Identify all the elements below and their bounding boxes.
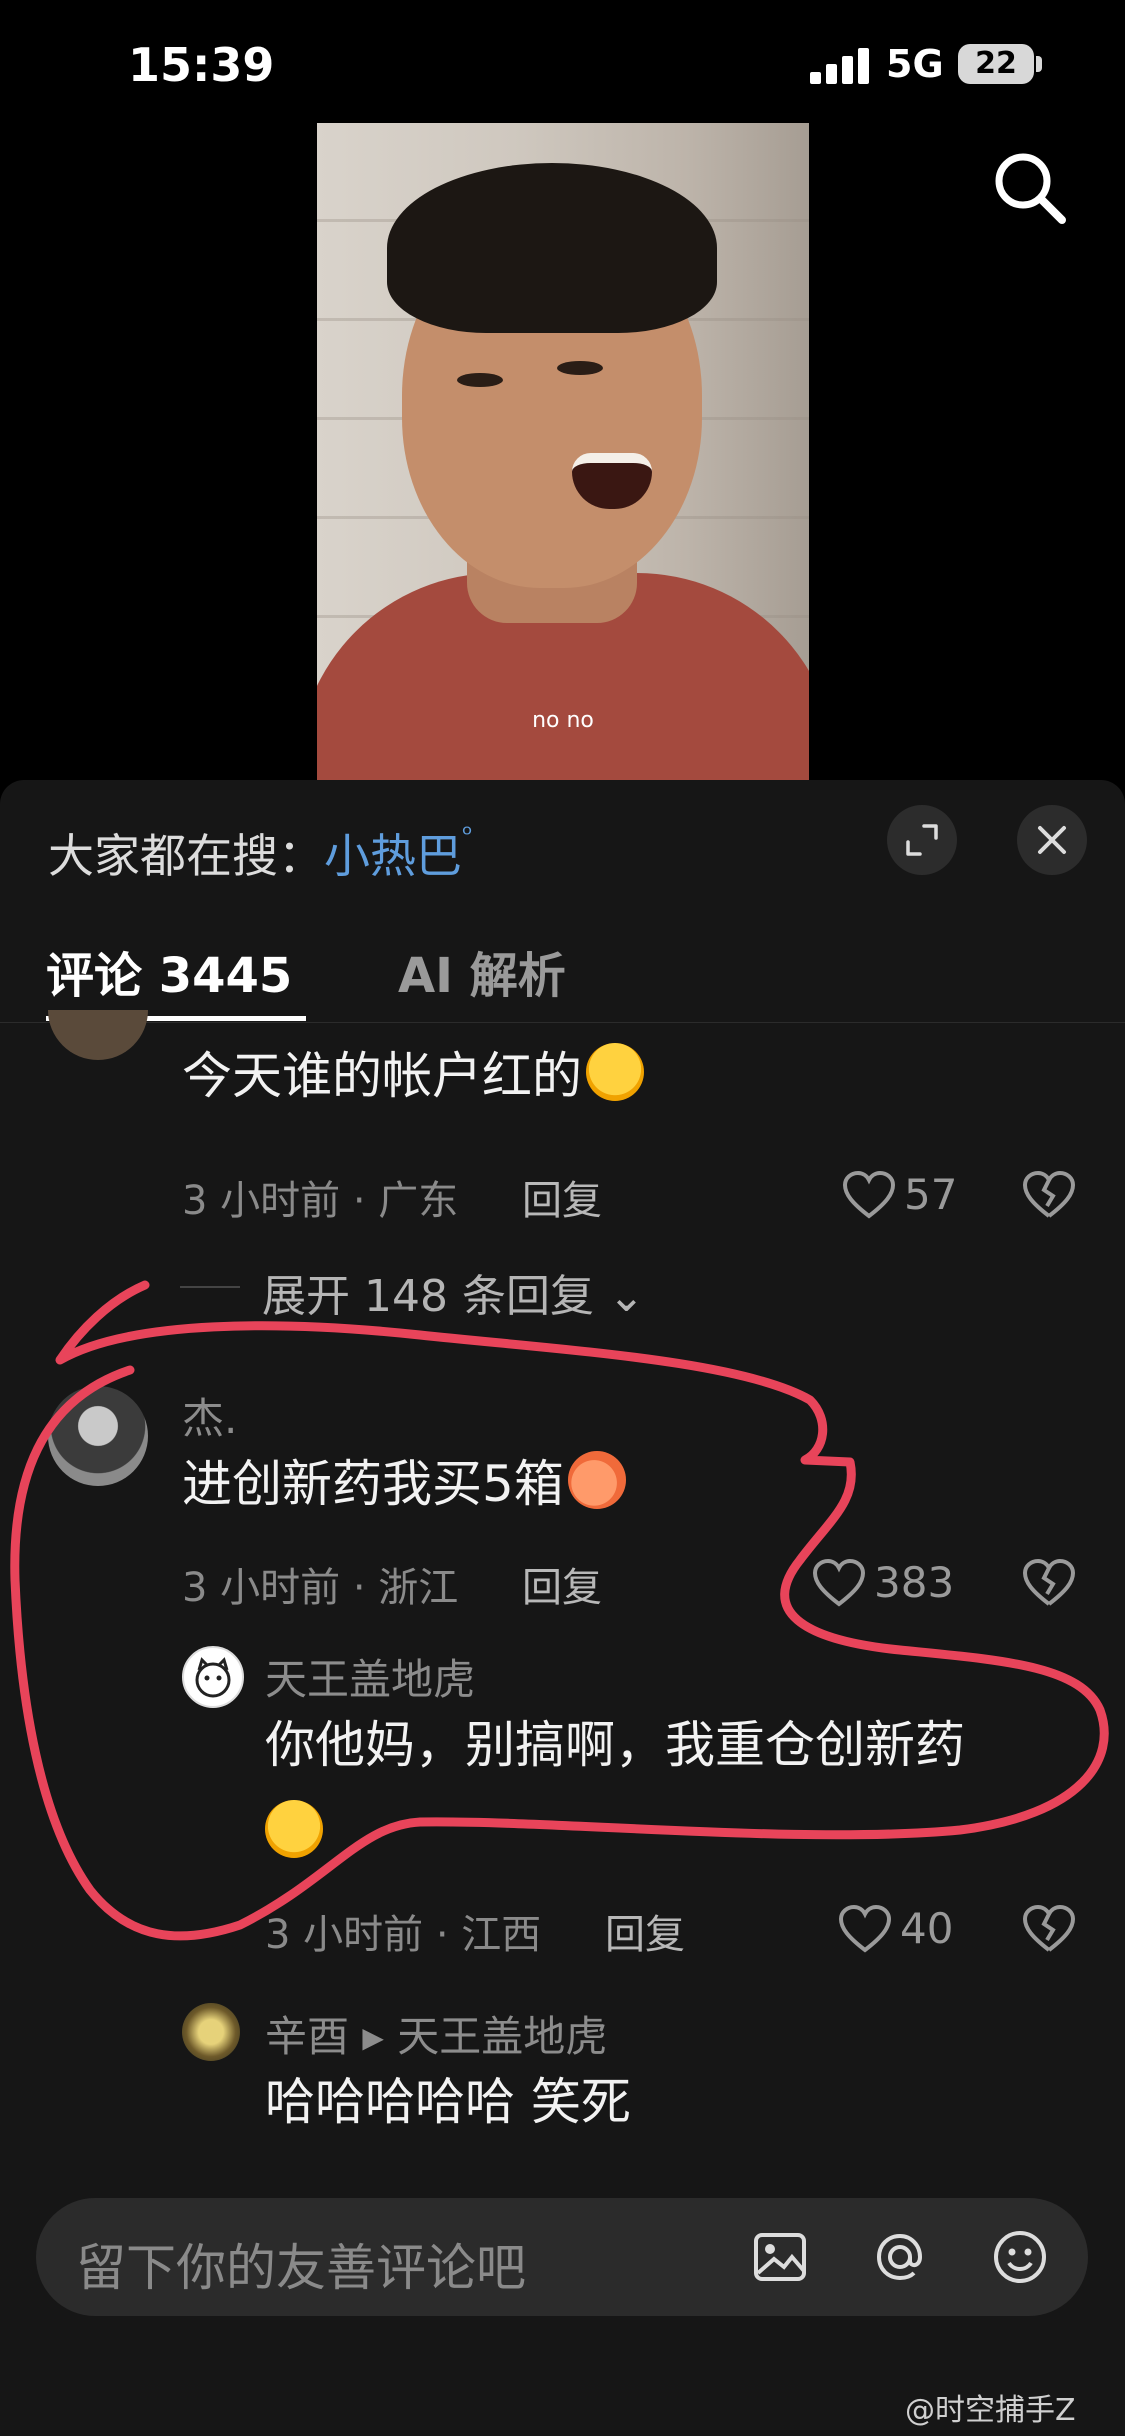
comment-tabs: 评论 3445 AI 解析 bbox=[0, 930, 1125, 1023]
heart-icon bbox=[812, 1558, 866, 1607]
comment-meta: 3 小时前 · 广东 bbox=[182, 1178, 459, 1224]
reply-to-user[interactable]: 天王盖地虎 bbox=[397, 2012, 607, 2061]
comment-input-placeholder: 留下你的友善评论吧 bbox=[76, 2239, 526, 2297]
expand-replies-label: 展开 148 条回复 bbox=[262, 1271, 594, 1322]
broken-heart-icon bbox=[1022, 1170, 1076, 1218]
battery-icon: 22 bbox=[958, 44, 1034, 84]
video-caption: no no bbox=[532, 708, 594, 733]
signal-icon bbox=[810, 48, 870, 84]
watermark: @时空捕手Z bbox=[905, 2393, 1076, 2428]
comment-input[interactable]: 留下你的友善评论吧 bbox=[36, 2198, 1088, 2316]
close-icon bbox=[1038, 826, 1066, 854]
expand-divider bbox=[180, 1286, 240, 1288]
video-person-eye bbox=[557, 361, 603, 375]
video-person-hair bbox=[387, 163, 717, 333]
status-time: 15:39 bbox=[128, 38, 275, 92]
like-count: 383 bbox=[874, 1558, 955, 1607]
comment-panel: 大家都在搜：小热巴ᵒ 评论 3445 AI 解析 今天谁的帐户红的 3 小时前 … bbox=[0, 780, 1125, 2436]
rofl-emoji-icon bbox=[586, 1043, 644, 1101]
chevron-down-icon: ⌄ bbox=[607, 1271, 645, 1322]
avatar[interactable] bbox=[182, 1646, 244, 1708]
battery-tip bbox=[1036, 56, 1042, 72]
tab-ai-analysis[interactable]: AI 解析 bbox=[398, 936, 566, 1006]
broken-heart-icon bbox=[1022, 1558, 1076, 1606]
reply-text: 哈哈哈哈哈 笑死 bbox=[265, 2073, 631, 2131]
mention-icon[interactable] bbox=[870, 2227, 930, 2287]
search-small-icon: ᵒ bbox=[462, 820, 473, 850]
reply-username[interactable]: 天王盖地虎 bbox=[265, 1646, 475, 1707]
heart-icon bbox=[838, 1904, 892, 1953]
reply-meta: 3 小时前 · 江西 bbox=[265, 1912, 542, 1958]
trending-keyword[interactable]: 小热巴 bbox=[324, 829, 462, 883]
comment-text: 进创新药我买5箱 bbox=[182, 1440, 626, 1528]
comment-text: 今天谁的帐户红的 bbox=[182, 1032, 644, 1120]
reply-arrow-icon: ▶ bbox=[362, 2021, 384, 2054]
tab-comments[interactable]: 评论 3445 bbox=[46, 936, 292, 1006]
network-type: 5G bbox=[886, 42, 944, 86]
expand-replies-button[interactable]: 展开 148 条回复 ⌄ bbox=[262, 1260, 645, 1324]
reply-button[interactable]: 回复 bbox=[522, 1168, 602, 1226]
comment-content: 进创新药我买5箱 bbox=[182, 1455, 564, 1513]
reply-text-line2 bbox=[265, 1789, 323, 1877]
like-count: 40 bbox=[900, 1904, 954, 1953]
like-count: 57 bbox=[904, 1170, 958, 1219]
trending-search[interactable]: 大家都在搜：小热巴ᵒ bbox=[48, 820, 473, 886]
reply-username: 辛酉 ▶ 天王盖地虎 bbox=[265, 2003, 607, 2064]
comment-username[interactable]: 杰. bbox=[182, 1385, 237, 1446]
reply-button[interactable]: 回复 bbox=[522, 1555, 602, 1613]
trending-prefix: 大家都在搜： bbox=[48, 829, 324, 883]
dislike-button[interactable] bbox=[1022, 1558, 1076, 1612]
crying-emoji-icon bbox=[265, 1800, 323, 1858]
reply-text: 你他妈，别搞啊，我重仓创新药 bbox=[265, 1716, 965, 1774]
reply-button[interactable]: 回复 bbox=[605, 1902, 685, 1960]
emoji-icon[interactable] bbox=[990, 2227, 1050, 2287]
expand-button[interactable] bbox=[887, 805, 957, 875]
cat-avatar-icon bbox=[195, 1657, 231, 1698]
search-icon[interactable] bbox=[990, 148, 1070, 228]
close-button[interactable] bbox=[1017, 805, 1087, 875]
status-bar: 15:39 5G 22 bbox=[0, 0, 1125, 130]
image-icon[interactable] bbox=[750, 2227, 810, 2287]
comment-content: 今天谁的帐户红的 bbox=[182, 1047, 582, 1105]
avatar[interactable] bbox=[48, 1010, 148, 1060]
expand-icon bbox=[906, 824, 938, 856]
dislike-button[interactable] bbox=[1022, 1904, 1076, 1958]
peach-emoji-icon bbox=[567, 1451, 626, 1509]
video-player[interactable]: no no bbox=[317, 123, 809, 780]
reply-author[interactable]: 辛酉 bbox=[265, 2012, 349, 2061]
avatar[interactable] bbox=[48, 1386, 148, 1486]
dislike-button[interactable] bbox=[1022, 1170, 1076, 1224]
broken-heart-icon bbox=[1022, 1904, 1076, 1952]
video-person-eye bbox=[457, 373, 503, 387]
avatar[interactable] bbox=[182, 2003, 240, 2061]
comment-meta: 3 小时前 · 浙江 bbox=[182, 1565, 459, 1611]
heart-icon bbox=[842, 1170, 896, 1219]
